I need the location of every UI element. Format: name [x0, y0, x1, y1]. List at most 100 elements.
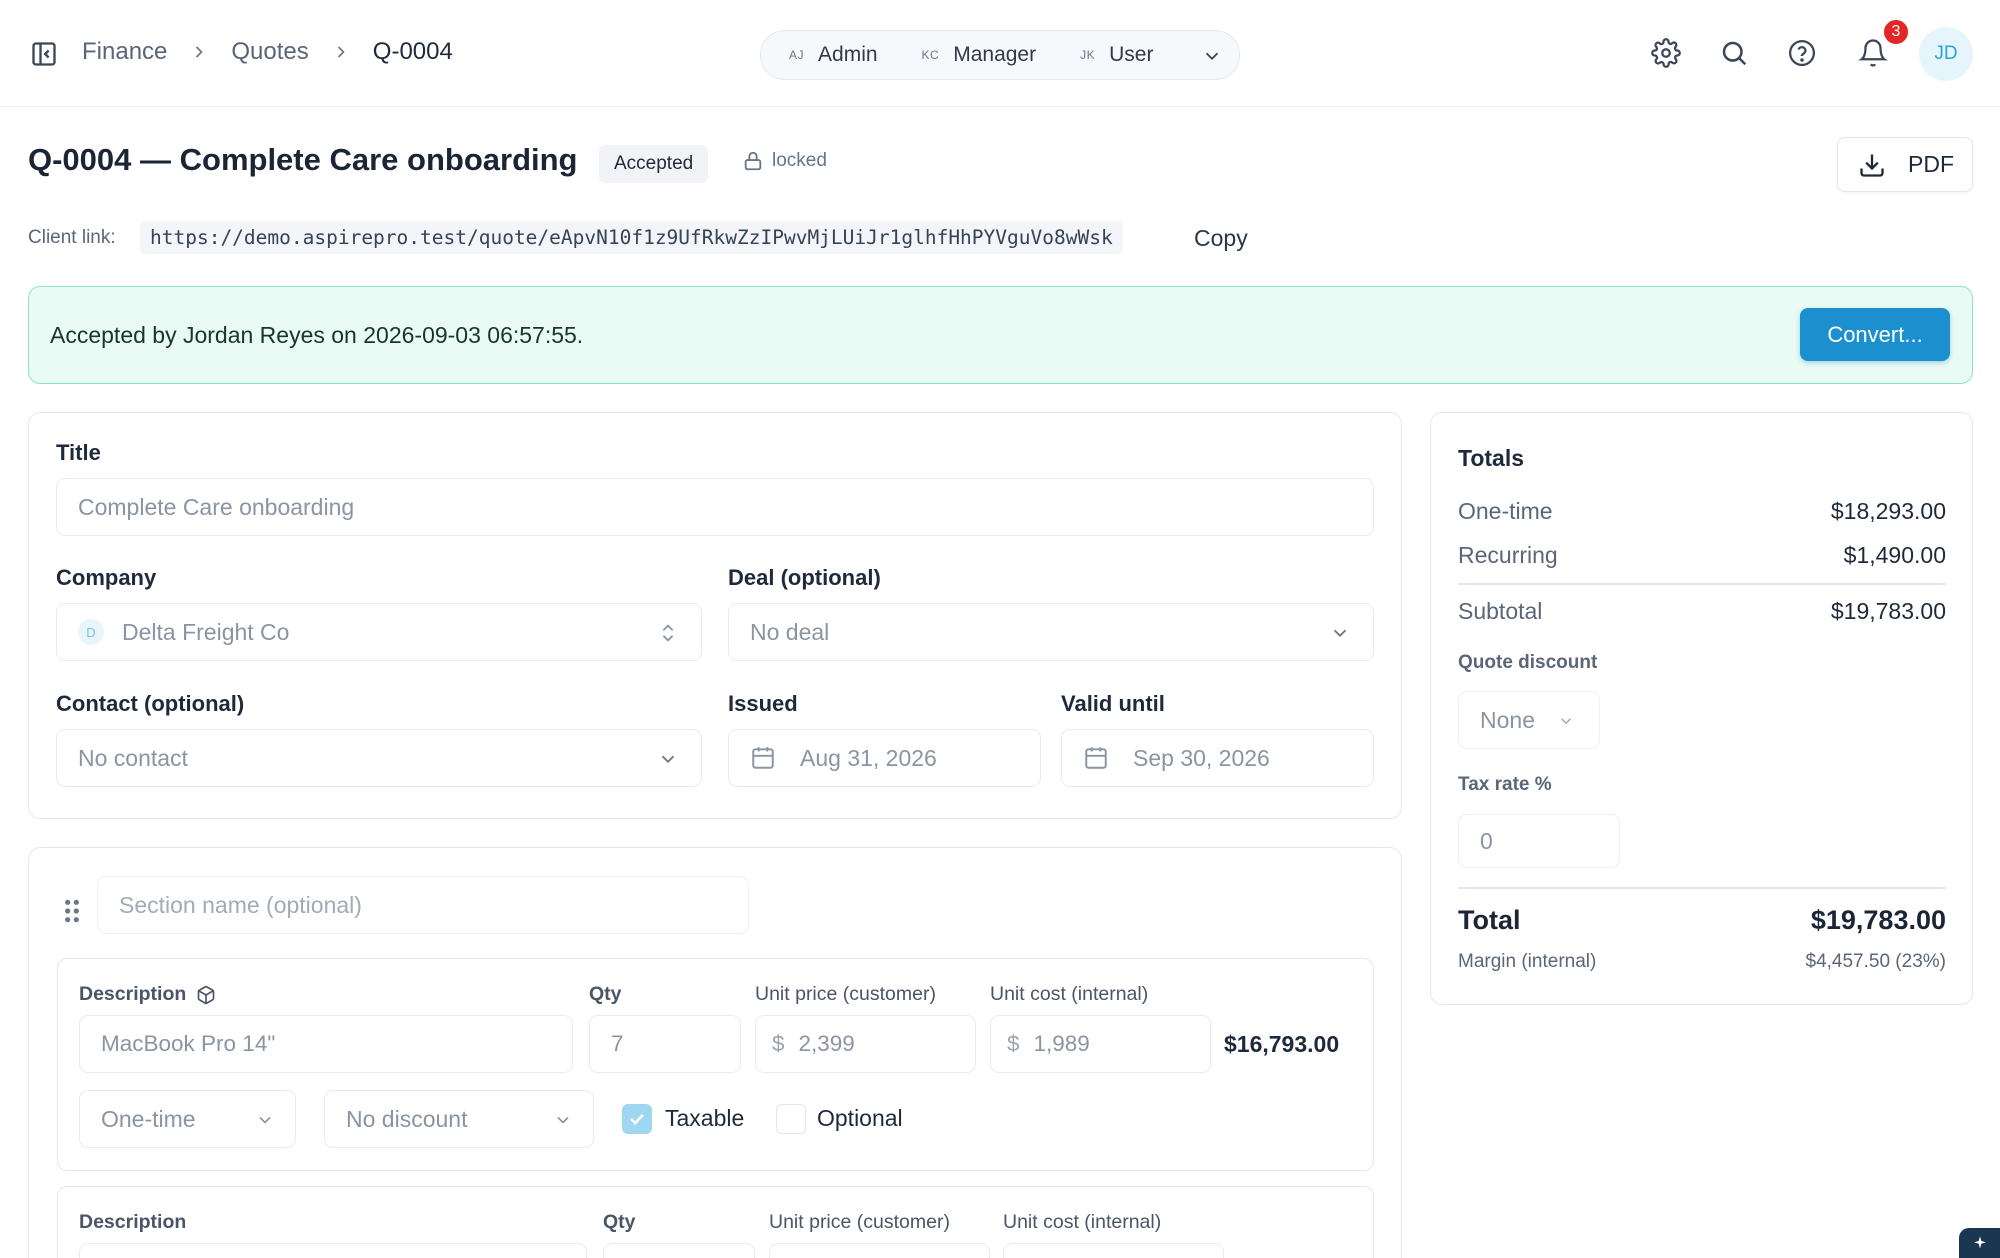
breadcrumb-current: Q-0004 [372, 38, 453, 65]
margin-value: $4,457.50 (23%) [1805, 951, 1947, 972]
chevron-up-down-icon [662, 624, 674, 642]
line-discount-select[interactable]: No discount [324, 1090, 594, 1148]
totals-title: Totals [1458, 445, 1525, 471]
role-user-abbr: JK [1080, 48, 1096, 62]
chevron-down-icon [259, 1116, 271, 1124]
chevron-right-icon [196, 46, 204, 58]
qty-col-label: Qty [589, 983, 622, 1005]
role-manager[interactable]: KC Manager [922, 43, 1037, 67]
role-user-label: User [1109, 43, 1154, 66]
status-badge: Accepted [599, 145, 709, 183]
issued-date-input[interactable]: Aug 31, 2026 [728, 729, 1041, 787]
optional-checkbox[interactable] [776, 1104, 806, 1134]
description-col-label: Description [79, 983, 216, 1006]
one-time-row: One-time $18,293.00 [1458, 498, 1946, 525]
page-title: Q-0004 — Complete Care onboarding [28, 142, 578, 177]
pdf-button[interactable]: PDF [1837, 137, 1973, 192]
search-icon[interactable] [1719, 38, 1749, 68]
copy-link-button[interactable]: Copy [1194, 225, 1248, 252]
contact-value: No contact [78, 744, 188, 771]
tax-rate-label: Tax rate % [1458, 774, 1552, 795]
breadcrumb: Finance Quotes Q-0004 [82, 38, 453, 66]
unit-cost-input[interactable]: $ 1,989 [990, 1015, 1211, 1073]
breadcrumb-quotes[interactable]: Quotes [231, 38, 308, 66]
drag-handle-icon[interactable] [63, 898, 81, 924]
sparkle-icon [1973, 1236, 1986, 1249]
section-name-input[interactable]: Section name (optional) [97, 876, 749, 934]
billing-type-select[interactable]: One-time [79, 1090, 296, 1148]
divider [1458, 583, 1946, 585]
role-user[interactable]: JK User [1080, 43, 1153, 67]
notification-badge: 3 [1882, 18, 1910, 46]
title-label: Title [56, 440, 101, 465]
line-item: Description Qty Unit price (customer) Un… [57, 958, 1374, 1171]
qty-input[interactable]: 7 [589, 1015, 741, 1073]
unit-cost-input[interactable] [1003, 1243, 1224, 1258]
deal-label: Deal (optional) [728, 565, 881, 590]
currency-symbol: $ [1007, 1031, 1020, 1056]
company-label: Company [56, 565, 157, 590]
tax-rate-input[interactable]: 0 [1458, 814, 1620, 868]
section-name-placeholder: Section name (optional) [119, 891, 362, 918]
description-label-text: Description [79, 983, 187, 1005]
totals-card: Totals One-time $18,293.00 Recurring $1,… [1430, 412, 1973, 1005]
role-admin-abbr: AJ [789, 48, 805, 62]
subtotal-label: Subtotal [1458, 598, 1543, 624]
line-item: Description Qty Unit price (customer) Un… [57, 1186, 1374, 1258]
chevron-down-icon [1333, 629, 1347, 638]
deal-select[interactable]: No deal [728, 603, 1374, 661]
assistant-widget-button[interactable] [1959, 1228, 2000, 1258]
taxable-label[interactable]: Taxable [665, 1105, 744, 1132]
qty-col-label: Qty [603, 1211, 636, 1233]
currency-symbol: $ [772, 1031, 785, 1056]
quote-discount-value: None [1480, 706, 1535, 733]
recurring-value: $1,490.00 [1843, 542, 1946, 568]
valid-until-input[interactable]: Sep 30, 2026 [1061, 729, 1374, 787]
client-link-label: Client link: [28, 227, 116, 248]
title-input[interactable]: Complete Care onboarding [56, 478, 1374, 536]
role-switcher[interactable]: AJ Admin KC Manager JK User [760, 30, 1240, 80]
quote-details-card: Title Complete Care onboarding Company D… [28, 412, 1402, 819]
one-time-value: $18,293.00 [1830, 498, 1946, 524]
company-avatar: D [78, 619, 104, 645]
client-link-url[interactable]: https://demo.aspirepro.test/quote/eApvN1… [140, 221, 1123, 254]
description-value: MacBook Pro 14" [101, 1031, 276, 1056]
optional-label[interactable]: Optional [817, 1105, 903, 1132]
company-select[interactable]: D Delta Freight Co [56, 603, 702, 661]
chevron-right-icon [337, 46, 345, 58]
qty-input[interactable] [603, 1243, 755, 1258]
total-value: $19,783.00 [1810, 905, 1946, 935]
top-bar: Finance Quotes Q-0004 AJ Admin KC Manage… [0, 0, 2000, 107]
convert-button[interactable]: Convert... [1800, 308, 1950, 361]
tax-rate-value: 0 [1480, 827, 1493, 854]
role-manager-abbr: KC [921, 48, 940, 62]
unit-cost-col-label: Unit cost (internal) [1003, 1211, 1162, 1233]
locked-indicator: locked [742, 150, 827, 172]
calendar-icon [752, 747, 774, 769]
avatar[interactable]: JD [1919, 27, 1973, 81]
contact-select[interactable]: No contact [56, 729, 702, 787]
chevron-down-icon[interactable] [1201, 45, 1223, 67]
unit-price-input[interactable]: $ 2,399 [755, 1015, 976, 1073]
role-admin-label: Admin [818, 43, 878, 66]
description-input[interactable] [79, 1243, 587, 1258]
accepted-banner: Accepted by Jordan Reyes on 2026-09-03 0… [28, 286, 1973, 384]
quote-discount-label: Quote discount [1458, 652, 1598, 673]
breadcrumb-finance[interactable]: Finance [82, 38, 167, 66]
taxable-checkbox[interactable] [622, 1104, 652, 1134]
line-items-card: Section name (optional) Description Qty … [28, 847, 1402, 1258]
bell-icon[interactable] [1858, 38, 1888, 68]
role-admin[interactable]: AJ Admin [789, 43, 878, 67]
sidebar-toggle-icon[interactable] [30, 40, 58, 68]
help-icon[interactable] [1787, 38, 1817, 68]
company-value: Delta Freight Co [122, 618, 290, 645]
recurring-row: Recurring $1,490.00 [1458, 542, 1946, 569]
description-input[interactable]: MacBook Pro 14" [79, 1015, 573, 1073]
issued-label: Issued [728, 691, 798, 716]
total-label: Total [1458, 905, 1521, 935]
quote-discount-select[interactable]: None [1458, 691, 1600, 749]
gear-icon[interactable] [1651, 38, 1681, 68]
unit-cost-col-label: Unit cost (internal) [990, 983, 1149, 1005]
unit-price-input[interactable] [769, 1243, 990, 1258]
one-time-label: One-time [1458, 498, 1553, 524]
